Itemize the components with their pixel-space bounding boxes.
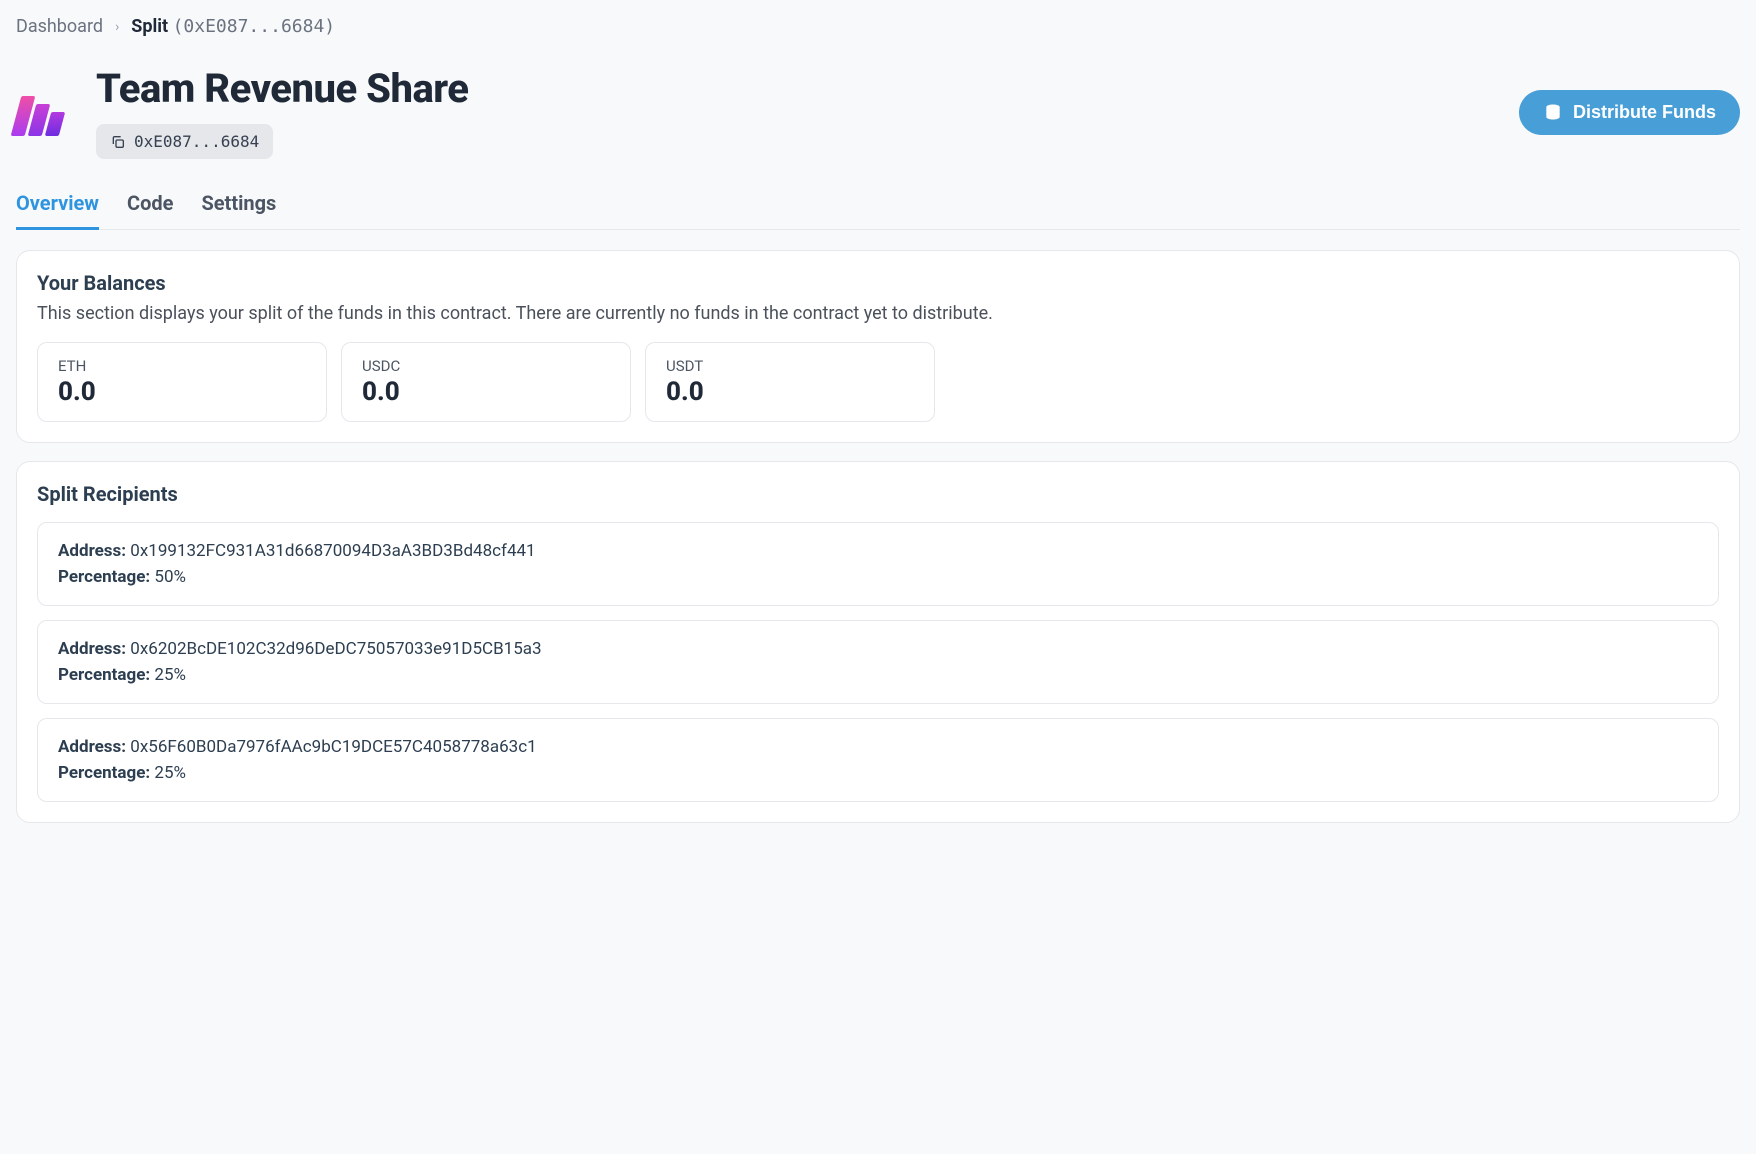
breadcrumb-current-wrap: Split (0xE087...6684) [131,16,335,37]
balance-box-usdt: USDT 0.0 [645,342,935,422]
recipient-address-value: 0x199132FC931A31d66870094D3aA3BD3Bd48cf4… [130,541,535,561]
recipient-row: Address: 0x6202BcDE102C32d96DeDC75057033… [37,620,1719,704]
recipient-percentage-label: Percentage: [58,665,150,685]
recipient-address-value: 0x56F60B0Da7976fAAc9bC19DCE57C4058778a63… [130,737,536,757]
tab-settings[interactable]: Settings [201,183,276,230]
breadcrumb-current: Split [131,16,168,37]
breadcrumb-current-hash: (0xE087...6684) [173,16,336,37]
balances-card: Your Balances This section displays your… [16,250,1740,443]
distribute-funds-label: Distribute Funds [1573,102,1716,123]
address-chip[interactable]: 0xE087...6684 [96,124,273,159]
balance-value: 0.0 [362,377,610,407]
recipient-percentage-label: Percentage: [58,567,150,587]
page-title: Team Revenue Share [96,65,469,112]
title-stack: Team Revenue Share 0xE087...6684 [96,65,469,159]
recipient-address-label: Address: [58,737,126,757]
balances-row: ETH 0.0 USDC 0.0 USDT 0.0 [37,342,1719,422]
contract-logo-icon [16,88,76,136]
recipient-address-value: 0x6202BcDE102C32d96DeDC75057033e91D5CB15… [130,639,541,659]
chevron-right-icon: › [115,19,119,35]
copy-icon [110,134,126,150]
recipient-row: Address: 0x56F60B0Da7976fAAc9bC19DCE57C4… [37,718,1719,802]
coins-icon [1543,102,1563,122]
recipient-percentage-label: Percentage: [58,763,150,783]
balance-label: USDC [362,357,610,375]
recipient-percentage-value: 25% [154,665,186,685]
recipient-address-label: Address: [58,541,126,561]
balance-box-usdc: USDC 0.0 [341,342,631,422]
tab-code[interactable]: Code [127,183,173,230]
recipients-title: Split Recipients [37,482,1719,506]
header-left: Team Revenue Share 0xE087...6684 [16,65,469,159]
recipient-percentage-value: 50% [154,567,186,587]
page-header: Team Revenue Share 0xE087...6684 Distrib… [16,65,1740,159]
tab-overview[interactable]: Overview [16,183,99,230]
balance-value: 0.0 [666,377,914,407]
balance-value: 0.0 [58,377,306,407]
breadcrumb-root[interactable]: Dashboard [16,16,103,37]
balances-title: Your Balances [37,271,1719,295]
balance-box-eth: ETH 0.0 [37,342,327,422]
recipient-percentage-value: 25% [154,763,186,783]
address-chip-text: 0xE087...6684 [134,132,259,151]
balance-label: USDT [666,357,914,375]
recipients-card: Split Recipients Address: 0x199132FC931A… [16,461,1740,823]
balances-subtitle: This section displays your split of the … [37,303,1719,324]
tabs: Overview Code Settings [16,183,1740,230]
breadcrumb: Dashboard › Split (0xE087...6684) [16,16,1740,37]
balance-label: ETH [58,357,306,375]
recipient-row: Address: 0x199132FC931A31d66870094D3aA3B… [37,522,1719,606]
recipient-address-label: Address: [58,639,126,659]
distribute-funds-button[interactable]: Distribute Funds [1519,90,1740,135]
